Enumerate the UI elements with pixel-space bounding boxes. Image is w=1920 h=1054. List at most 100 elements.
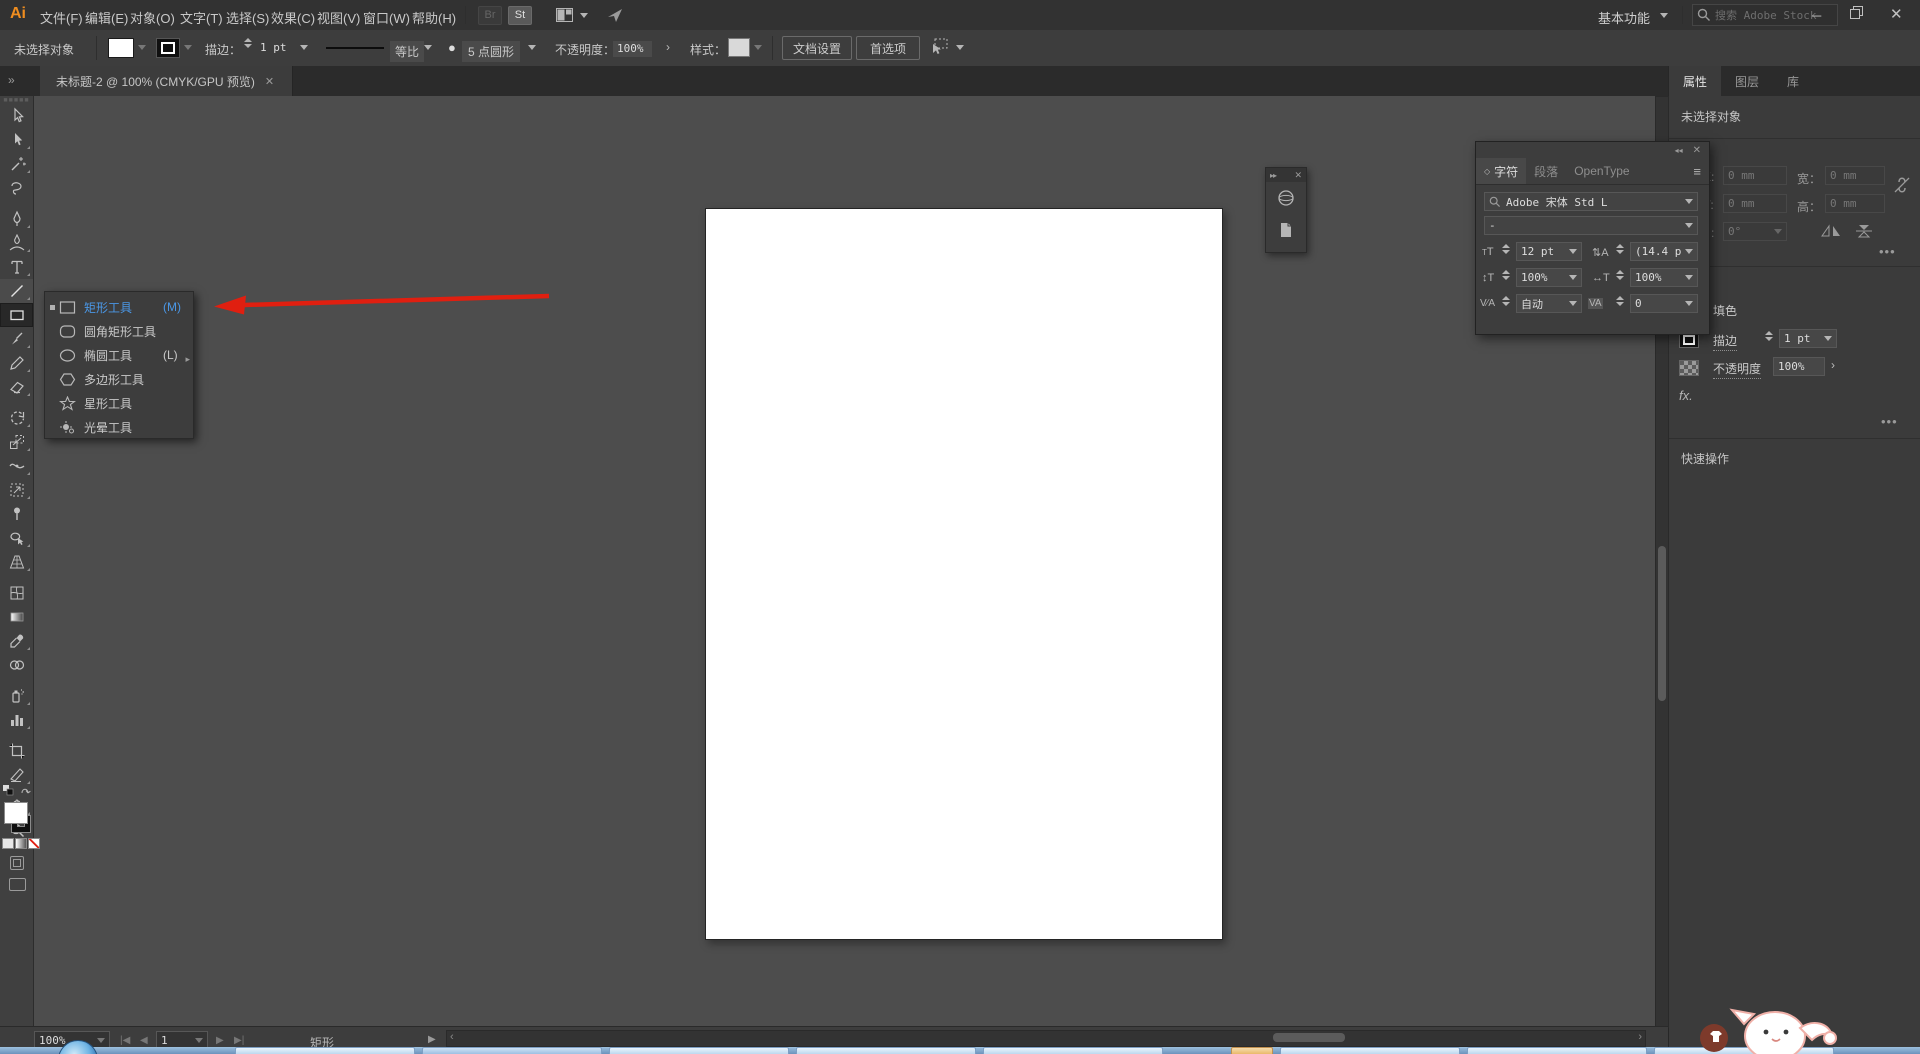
taskbar-window-button[interactable] xyxy=(422,1047,602,1054)
tab-paragraph[interactable]: 段落 xyxy=(1526,158,1566,184)
dock-opacity-expand-icon[interactable]: › xyxy=(1831,358,1835,372)
document-tab[interactable]: 未标题-2 @ 100% (CMYK/GPU 预览) ✕ xyxy=(40,66,293,96)
character-panel-close-icon[interactable]: ✕ xyxy=(1693,145,1701,156)
preferences-button[interactable]: 首选项 xyxy=(856,36,920,60)
tool-direct-selection[interactable] xyxy=(0,128,33,152)
gradient-button[interactable] xyxy=(15,838,27,849)
fill-chevron-icon[interactable] xyxy=(138,45,146,50)
font-size-stepper[interactable] xyxy=(1502,244,1510,254)
tool-rotate[interactable] xyxy=(0,406,33,430)
restore-button[interactable] xyxy=(1850,6,1863,19)
workspace-label-chevron-icon[interactable] xyxy=(1660,13,1668,18)
tab-layers[interactable]: 图层 xyxy=(1721,66,1773,96)
tab-libraries[interactable]: 库 xyxy=(1773,66,1813,96)
tools-grip[interactable]: ■■■■■ xyxy=(0,96,33,104)
stroke-color-swatch[interactable] xyxy=(156,38,180,58)
share-icon[interactable] xyxy=(606,6,624,24)
horizontal-scrollbar-thumb[interactable] xyxy=(1273,1033,1345,1042)
transform-angle-field[interactable]: 0° xyxy=(1723,222,1787,241)
tool-perspective-grid[interactable] xyxy=(0,550,33,574)
flyout-item-polygon[interactable]: 多边形工具 xyxy=(45,367,193,391)
taskbar-window-button[interactable] xyxy=(796,1047,976,1054)
tool-symbol-sprayer[interactable] xyxy=(0,684,33,708)
collapsed-dock-close-icon[interactable]: ✕ xyxy=(1294,170,1302,181)
kerning-field[interactable]: 自动 xyxy=(1516,294,1582,313)
flip-vertical-icon[interactable] xyxy=(1855,224,1873,238)
flyout-item-rounded-rectangle[interactable]: 圆角矩形工具 xyxy=(45,319,193,343)
tool-lasso[interactable] xyxy=(0,176,33,200)
tool-paintbrush[interactable] xyxy=(0,327,33,351)
taskbar-window-button[interactable] xyxy=(983,1047,1163,1054)
tool-width[interactable] xyxy=(0,454,33,478)
status-expand-icon[interactable]: ▶ xyxy=(428,1034,436,1045)
tool-eyedropper[interactable] xyxy=(0,629,33,653)
collapsed-panel-button-2[interactable] xyxy=(1266,214,1306,246)
tab-character[interactable]: ◇字符 xyxy=(1476,158,1526,184)
brush-definition-label[interactable]: 5 点圆形 xyxy=(462,41,520,62)
fill-indicator[interactable] xyxy=(4,802,28,824)
menu-edit[interactable]: 编辑(E) xyxy=(85,8,128,27)
tracking-stepper[interactable] xyxy=(1616,296,1624,306)
opacity-value[interactable]: 100% xyxy=(613,41,652,57)
horizontal-scrollbar[interactable]: ‹ › xyxy=(446,1030,1646,1047)
tool-eraser[interactable] xyxy=(0,375,33,399)
tool-free-transform[interactable] xyxy=(0,478,33,502)
stroke-weight-chevron-icon[interactable] xyxy=(300,45,308,50)
vertical-scale-field[interactable]: 100% xyxy=(1516,268,1582,287)
artboard[interactable] xyxy=(705,208,1223,940)
opacity-expand-icon[interactable]: › xyxy=(666,40,670,54)
menu-effect[interactable]: 效果(C) xyxy=(271,8,315,27)
workspace-switcher-icon[interactable] xyxy=(556,8,573,22)
tool-rectangle[interactable] xyxy=(0,303,33,327)
tool-puppet-warp[interactable] xyxy=(0,502,33,526)
transform-x-field[interactable]: 0 mm xyxy=(1723,166,1787,185)
panel-menu-icon[interactable]: ≡ xyxy=(1693,164,1701,179)
leading-field[interactable]: (14.4 p xyxy=(1630,242,1698,261)
tool-shape-builder[interactable] xyxy=(0,526,33,550)
appearance-stroke-label[interactable]: 描边 xyxy=(1713,332,1737,351)
bridge-button[interactable]: Br xyxy=(478,6,502,25)
tab-opentype[interactable]: OpenType xyxy=(1566,158,1637,184)
collapse-panel-icon[interactable]: ◂◂ xyxy=(1675,146,1683,155)
menu-view[interactable]: 视图(V) xyxy=(317,8,360,27)
vertical-scale-stepper[interactable] xyxy=(1502,270,1510,280)
flyout-item-rectangle[interactable]: 矩形工具(M) xyxy=(45,295,193,319)
color-button[interactable] xyxy=(2,838,14,849)
horizontal-scale-field[interactable]: 100% xyxy=(1630,268,1698,287)
dock-opacity-field[interactable]: 100% xyxy=(1773,357,1825,376)
swap-fill-stroke-icon[interactable] xyxy=(2,784,32,798)
dock-stroke-stepper[interactable] xyxy=(1765,331,1773,341)
first-artboard-icon[interactable]: |◀ xyxy=(120,1035,130,1046)
effects-button[interactable]: fx. xyxy=(1679,388,1693,403)
font-size-field[interactable]: 12 pt xyxy=(1516,242,1582,261)
expand-panel-icon[interactable]: ▸▸ xyxy=(1270,171,1276,180)
flyout-tearoff-icon[interactable]: ▸ xyxy=(185,354,190,365)
next-artboard-icon[interactable]: ▶ xyxy=(216,1035,224,1046)
scroll-left-icon[interactable]: ‹ xyxy=(450,1031,454,1043)
minimize-button[interactable]: ─ xyxy=(1812,8,1821,23)
dock-stroke-weight-field[interactable]: 1 pt xyxy=(1779,329,1837,348)
taskbar-window-button[interactable] xyxy=(235,1047,415,1054)
select-similar-icon[interactable] xyxy=(930,38,950,56)
select-similar-chevron-icon[interactable] xyxy=(956,45,964,50)
brush-chevron-icon[interactable] xyxy=(528,45,536,50)
fill-color-swatch[interactable] xyxy=(108,38,134,58)
transform-y-field[interactable]: 0 mm xyxy=(1723,194,1787,213)
tool-shaper[interactable] xyxy=(0,351,33,375)
style-swatch[interactable] xyxy=(728,38,750,57)
horizontal-scale-stepper[interactable] xyxy=(1616,270,1624,280)
toolbar-collapse-icon[interactable]: » xyxy=(8,73,13,87)
tool-type[interactable] xyxy=(0,255,33,279)
scroll-right-icon[interactable]: › xyxy=(1638,1031,1642,1043)
appearance-more-options-icon[interactable]: ••• xyxy=(1881,414,1898,429)
width-profile-chevron-icon[interactable] xyxy=(424,45,432,50)
tab-properties[interactable]: 属性 xyxy=(1669,66,1721,96)
transform-h-field[interactable]: 0 mm xyxy=(1825,194,1885,213)
last-artboard-icon[interactable]: ▶| xyxy=(234,1035,244,1046)
vertical-scrollbar-thumb[interactable] xyxy=(1658,546,1666,701)
flip-horizontal-icon[interactable] xyxy=(1821,224,1841,238)
tool-line-segment[interactable] xyxy=(0,279,33,303)
stroke-weight-value[interactable]: 1 pt xyxy=(260,41,287,54)
menu-window[interactable]: 窗口(W) xyxy=(363,8,410,27)
stroke-swatch-chevron-icon[interactable] xyxy=(184,45,192,50)
